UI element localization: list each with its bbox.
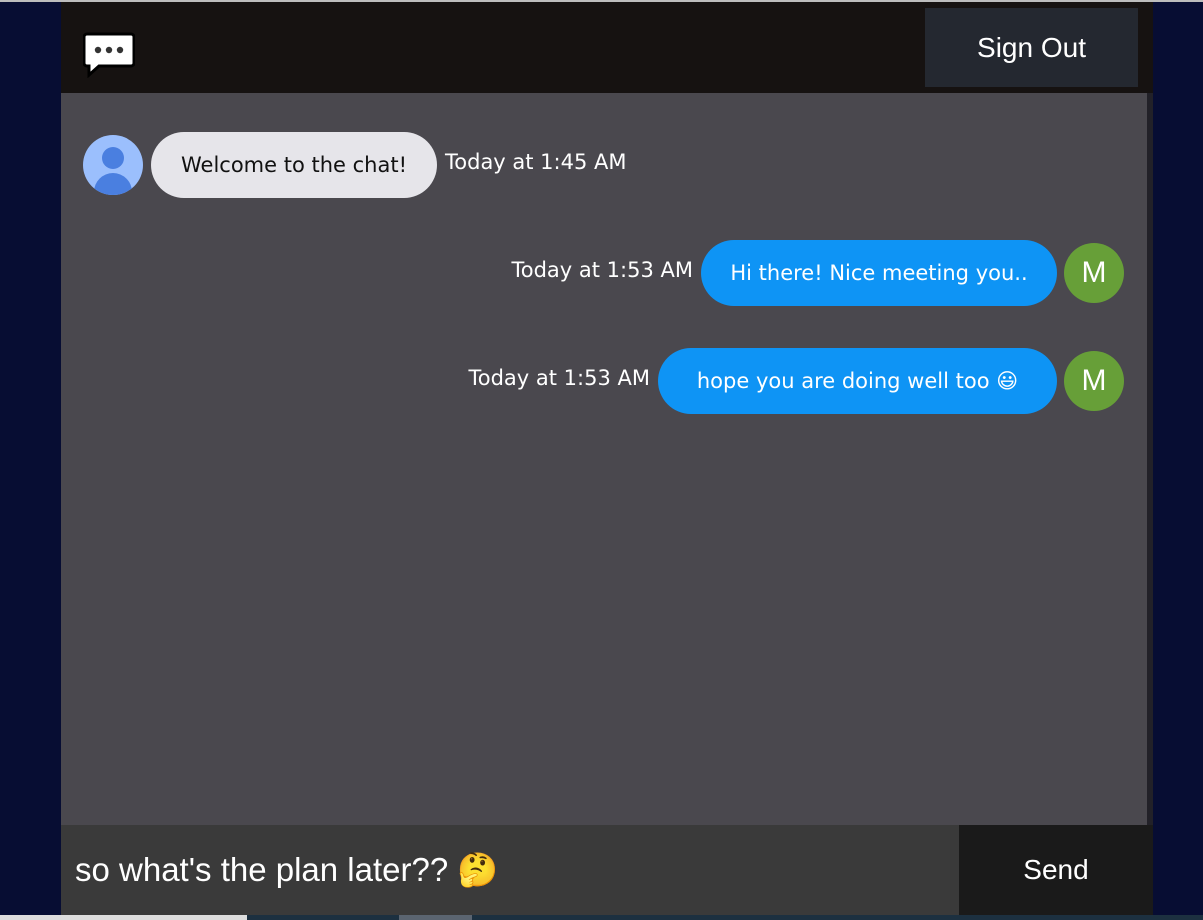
header: Sign Out xyxy=(61,2,1153,93)
chat-bubble-dots-icon xyxy=(83,32,135,78)
message-sent: Today at 1:53 AM hope you are doing well… xyxy=(468,348,1124,414)
message-bubble: hope you are doing well too 😃 xyxy=(658,348,1057,414)
message-bubble: Hi there! Nice meeting you.. xyxy=(701,240,1057,306)
message-bubble: Welcome to the chat! xyxy=(151,132,437,198)
message-received: Welcome to the chat! Today at 1:45 AM xyxy=(83,132,627,198)
send-button[interactable]: Send xyxy=(959,825,1153,915)
message-sent: Today at 1:53 AM Hi there! Nice meeting … xyxy=(511,240,1124,306)
message-timestamp: Today at 1:45 AM xyxy=(445,150,627,174)
composer xyxy=(61,825,959,915)
message-timestamp: Today at 1:53 AM xyxy=(511,258,693,282)
default-user-icon xyxy=(83,135,143,195)
chat-app: Sign Out Welcome to the chat! Today at 1… xyxy=(61,2,1153,915)
user-avatar: M xyxy=(1064,351,1124,411)
taskbar-strip xyxy=(0,915,1203,920)
message-timestamp: Today at 1:53 AM xyxy=(468,366,650,390)
user-avatar: M xyxy=(1064,243,1124,303)
message-list: Welcome to the chat! Today at 1:45 AM To… xyxy=(61,93,1147,825)
scrollbar[interactable] xyxy=(1147,93,1153,825)
sign-out-button[interactable]: Sign Out xyxy=(925,8,1138,87)
message-input[interactable] xyxy=(61,851,959,889)
